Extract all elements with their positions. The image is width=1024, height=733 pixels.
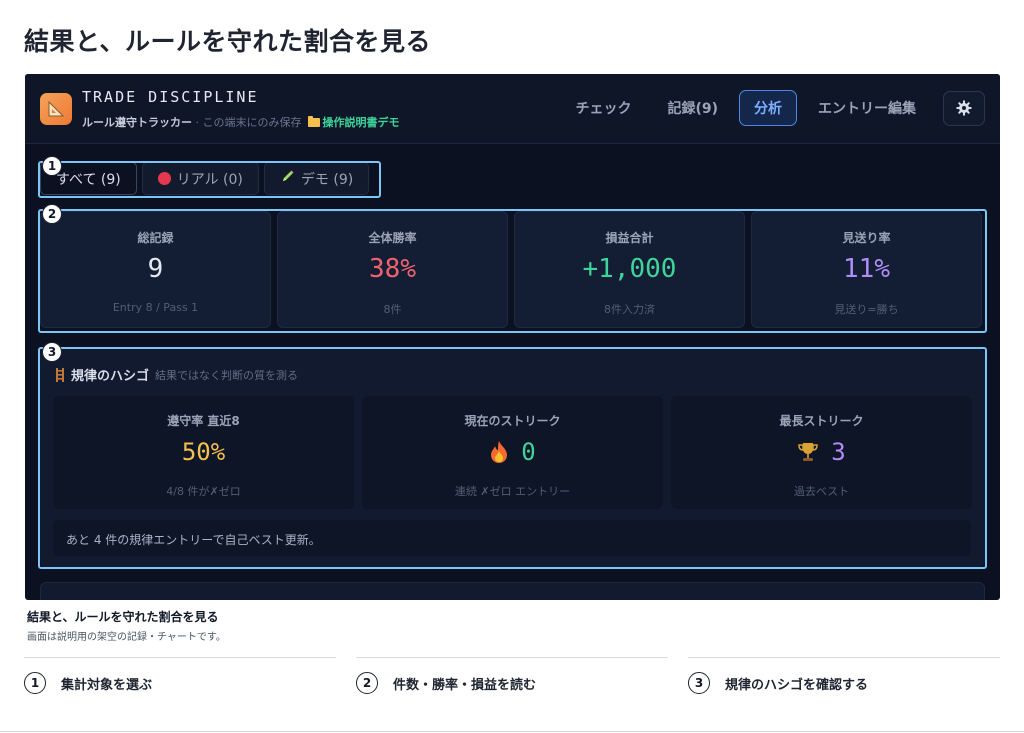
gear-icon: [956, 100, 972, 116]
step-item: 1 集計対象を選ぶ: [24, 657, 336, 694]
step-item: 2 件数・勝率・損益を読む: [356, 657, 668, 694]
callout-marker-1: 1: [42, 156, 62, 176]
step-text: 集計対象を選ぶ: [61, 677, 153, 693]
brand-sub-note: · この端末にのみ保存: [192, 116, 302, 129]
brand-subtitle: ルール遵守トラッカー · この端末にのみ保存 操作説明書デモ: [82, 114, 400, 130]
highlight-box-3: [38, 347, 987, 569]
step-number: 2: [356, 672, 378, 694]
settings-button[interactable]: [943, 90, 985, 126]
callout-marker-3: 3: [42, 342, 62, 362]
nav-analysis[interactable]: 分析: [739, 90, 797, 126]
step-number: 3: [688, 672, 710, 694]
nav-records[interactable]: 記録(9): [652, 90, 733, 126]
caption-title: 結果と、ルールを守れた割合を見る: [27, 610, 219, 624]
app-window: TRADE DISCIPLINE ルール遵守トラッカー · この端末にのみ保存 操…: [25, 74, 1000, 600]
next-panel-partial: [40, 582, 985, 600]
main-nav: チェック 記録(9) 分析 エントリー編集: [560, 90, 985, 126]
app-logo: [40, 93, 72, 125]
highlight-box-2: [38, 209, 987, 333]
brand-title: TRADE DISCIPLINE: [82, 88, 259, 106]
nav-entry-edit[interactable]: エントリー編集: [803, 90, 931, 126]
step-text: 件数・勝率・損益を読む: [393, 677, 537, 693]
ruler-triangle-icon: [48, 100, 65, 117]
brand-sub-folder: 操作説明書デモ: [322, 116, 400, 129]
step-item: 3 規律のハシゴを確認する: [688, 657, 1000, 694]
nav-check[interactable]: チェック: [560, 90, 646, 126]
highlight-box-1: [38, 161, 381, 198]
page-title: 結果と、ルールを守れた割合を見る: [24, 27, 432, 56]
step-number: 1: [24, 672, 46, 694]
brand-sub-name: ルール遵守トラッカー: [82, 116, 192, 129]
step-text: 規律のハシゴを確認する: [725, 677, 869, 693]
bottom-divider: [0, 731, 1024, 732]
callout-marker-2: 2: [42, 204, 62, 224]
app-header: TRADE DISCIPLINE ルール遵守トラッカー · この端末にのみ保存 操…: [25, 74, 1000, 144]
caption-subtitle: 画面は説明用の架空の記録・チャートです。: [27, 632, 226, 643]
folder-icon: [307, 116, 320, 127]
